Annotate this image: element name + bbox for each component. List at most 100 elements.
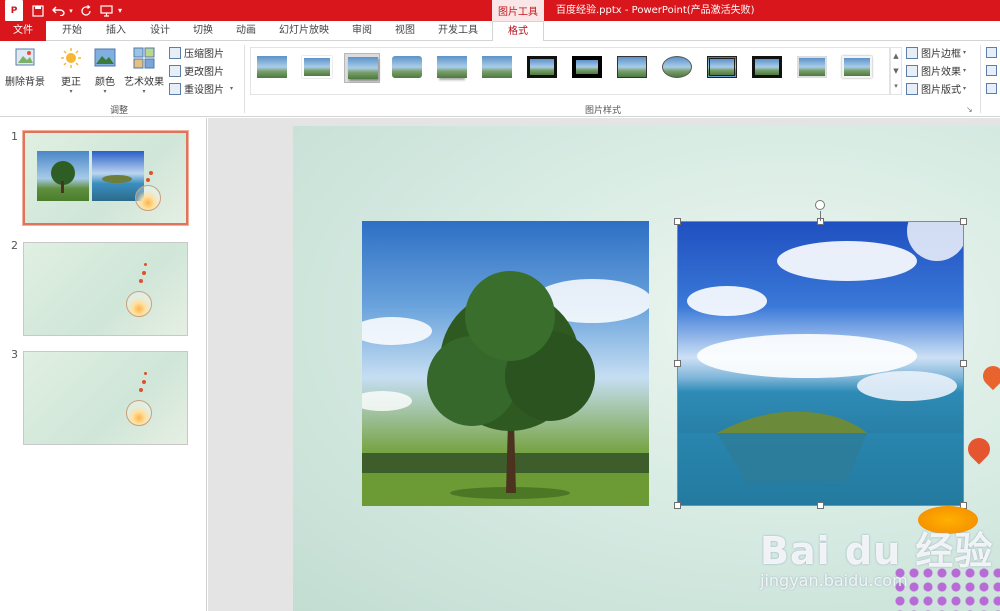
effects-dropdown-icon: ▾ — [963, 67, 967, 74]
arrange-group-partial — [986, 45, 998, 111]
tree-illustration — [362, 271, 649, 506]
selection-pane-icon[interactable] — [986, 83, 997, 94]
document-title: 百度经验.pptx - PowerPoint(产品激活失败) — [556, 5, 755, 16]
heart-decoration — [963, 433, 995, 465]
reset-picture-icon — [169, 82, 181, 95]
picture-effects-button[interactable]: 图片效果 ▾ — [906, 62, 966, 79]
heart-decoration — [139, 388, 143, 392]
artistic-effects-button[interactable]: 艺术效果 ▾ — [122, 47, 166, 95]
save-icon[interactable] — [27, 0, 49, 21]
picture-style-9[interactable] — [614, 53, 650, 83]
resize-handle-e[interactable] — [960, 360, 967, 367]
gallery-more-icon[interactable]: ▾ — [894, 82, 898, 90]
picture-style-12[interactable] — [749, 53, 785, 83]
picture-style-2[interactable] — [299, 53, 335, 83]
slide-thumbnail-3[interactable] — [23, 351, 188, 445]
bring-forward-icon[interactable] — [986, 47, 997, 58]
tab-developer[interactable]: 开发工具 — [432, 21, 484, 41]
tree-photo[interactable] — [362, 221, 649, 506]
undo-dropdown-icon[interactable]: ▾ — [67, 0, 75, 21]
fishbowl-decoration — [126, 291, 152, 317]
color-picture-icon — [94, 48, 116, 67]
resize-handle-nw[interactable] — [674, 218, 681, 225]
tab-transitions[interactable]: 切换 — [183, 21, 223, 41]
picture-style-10[interactable] — [659, 53, 695, 83]
gallery-up-icon[interactable]: ▲ — [893, 52, 898, 60]
gallery-scroll[interactable]: ▲ ▼ ▾ — [890, 47, 902, 95]
watermark-main-text: Bai du 经验 — [760, 529, 994, 573]
slide-thumbnail-1[interactable] — [23, 131, 188, 225]
gallery-down-icon[interactable]: ▼ — [893, 67, 898, 75]
artistic-dropdown-icon: ▾ — [142, 88, 146, 95]
start-from-beginning-icon[interactable] — [97, 0, 115, 21]
picture-border-icon — [906, 46, 918, 59]
customize-qat-icon[interactable]: ▾ — [115, 0, 125, 21]
tab-format[interactable]: 格式 — [492, 21, 544, 42]
tab-file[interactable]: 文件 — [0, 21, 46, 41]
tab-animations[interactable]: 动画 — [226, 21, 266, 41]
fishbowl-decoration — [135, 185, 161, 211]
ribbon: 删除背景 更正 ▾ 颜色 ▾ 艺术效果 ▾ 压缩图片 更改图片 重设图片 ▾ 调… — [0, 41, 1000, 117]
resize-handle-s[interactable] — [817, 502, 824, 509]
color-button[interactable]: 颜色 ▾ — [90, 47, 120, 95]
picture-border-button[interactable]: 图片边框 ▾ — [906, 44, 966, 61]
rotate-handle-icon[interactable] — [815, 200, 825, 210]
picture-styles-group-label: 图片样式 — [585, 106, 622, 116]
picture-layout-icon — [906, 82, 918, 95]
picture-style-1[interactable] — [254, 53, 290, 83]
compress-icon — [169, 46, 181, 59]
corrections-button[interactable]: 更正 ▾ — [56, 47, 86, 95]
tree-photo-thumbnail — [37, 151, 89, 201]
remove-background-icon — [15, 48, 35, 66]
picture-style-14[interactable] — [839, 53, 875, 83]
resize-handle-sw[interactable] — [674, 502, 681, 509]
redo-icon[interactable] — [75, 0, 97, 21]
picture-style-7[interactable] — [524, 53, 560, 83]
artistic-effects-icon — [133, 47, 155, 69]
tab-design[interactable]: 设计 — [140, 21, 180, 41]
tab-view[interactable]: 视图 — [385, 21, 425, 41]
reset-picture-button[interactable]: 重设图片 ▾ — [169, 80, 233, 97]
selection-frame — [677, 221, 964, 506]
picture-style-8[interactable] — [569, 53, 605, 83]
reset-dropdown-icon: ▾ — [230, 85, 234, 92]
powerpoint-window: P ▾ ▾ 图片工具 百度经验.pptx - PowerPoint(产品激活失败… — [0, 0, 1000, 611]
baidu-watermark: Bai du 经验 jingyan.baidu.com — [760, 520, 993, 590]
picture-style-3[interactable] — [344, 53, 380, 83]
heart-decoration — [149, 171, 153, 175]
tab-home[interactable]: 开始 — [52, 21, 92, 41]
send-backward-icon[interactable] — [986, 65, 997, 76]
picture-style-6[interactable] — [479, 53, 515, 83]
picture-style-11[interactable] — [704, 53, 740, 83]
slide-number: 1 — [11, 130, 18, 143]
corrections-dropdown-icon: ▾ — [69, 88, 73, 95]
undo-icon[interactable] — [49, 0, 67, 21]
tab-insert[interactable]: 插入 — [96, 21, 136, 41]
title-bar: P ▾ ▾ 图片工具 百度经验.pptx - PowerPoint(产品激活失败… — [0, 0, 1000, 21]
heart-decoration — [142, 380, 146, 384]
color-dropdown-icon: ▾ — [103, 88, 107, 95]
picture-styles-gallery — [250, 47, 890, 95]
powerpoint-logo-icon: P — [5, 0, 23, 21]
tab-slideshow[interactable]: 幻灯片放映 — [272, 21, 336, 41]
heart-decoration — [144, 372, 147, 375]
picture-tools-label: 图片工具 — [492, 0, 544, 21]
picture-style-5[interactable] — [434, 53, 470, 83]
picture-style-13[interactable] — [794, 53, 830, 83]
heart-decoration — [144, 263, 147, 266]
resize-handle-w[interactable] — [674, 360, 681, 367]
resize-handle-ne[interactable] — [960, 218, 967, 225]
heart-decoration — [146, 178, 150, 182]
slide-number: 3 — [11, 348, 18, 361]
slide-thumbnail-2[interactable] — [23, 242, 188, 336]
change-picture-button[interactable]: 更改图片 — [169, 62, 224, 79]
group-separator — [244, 45, 245, 113]
rotate-stem — [820, 211, 821, 221]
tab-review[interactable]: 审阅 — [342, 21, 382, 41]
picture-styles-launcher-icon[interactable]: ↘ — [966, 105, 973, 114]
picture-layout-button[interactable]: 图片版式 ▾ — [906, 80, 966, 97]
remove-background-button[interactable]: 删除背景 — [4, 47, 46, 88]
ribbon-tabs: 文件 开始 插入 设计 切换 动画 幻灯片放映 审阅 视图 开发工具 格式 — [0, 21, 1000, 42]
picture-style-4[interactable] — [389, 53, 425, 83]
compress-pictures-button[interactable]: 压缩图片 — [169, 44, 224, 61]
